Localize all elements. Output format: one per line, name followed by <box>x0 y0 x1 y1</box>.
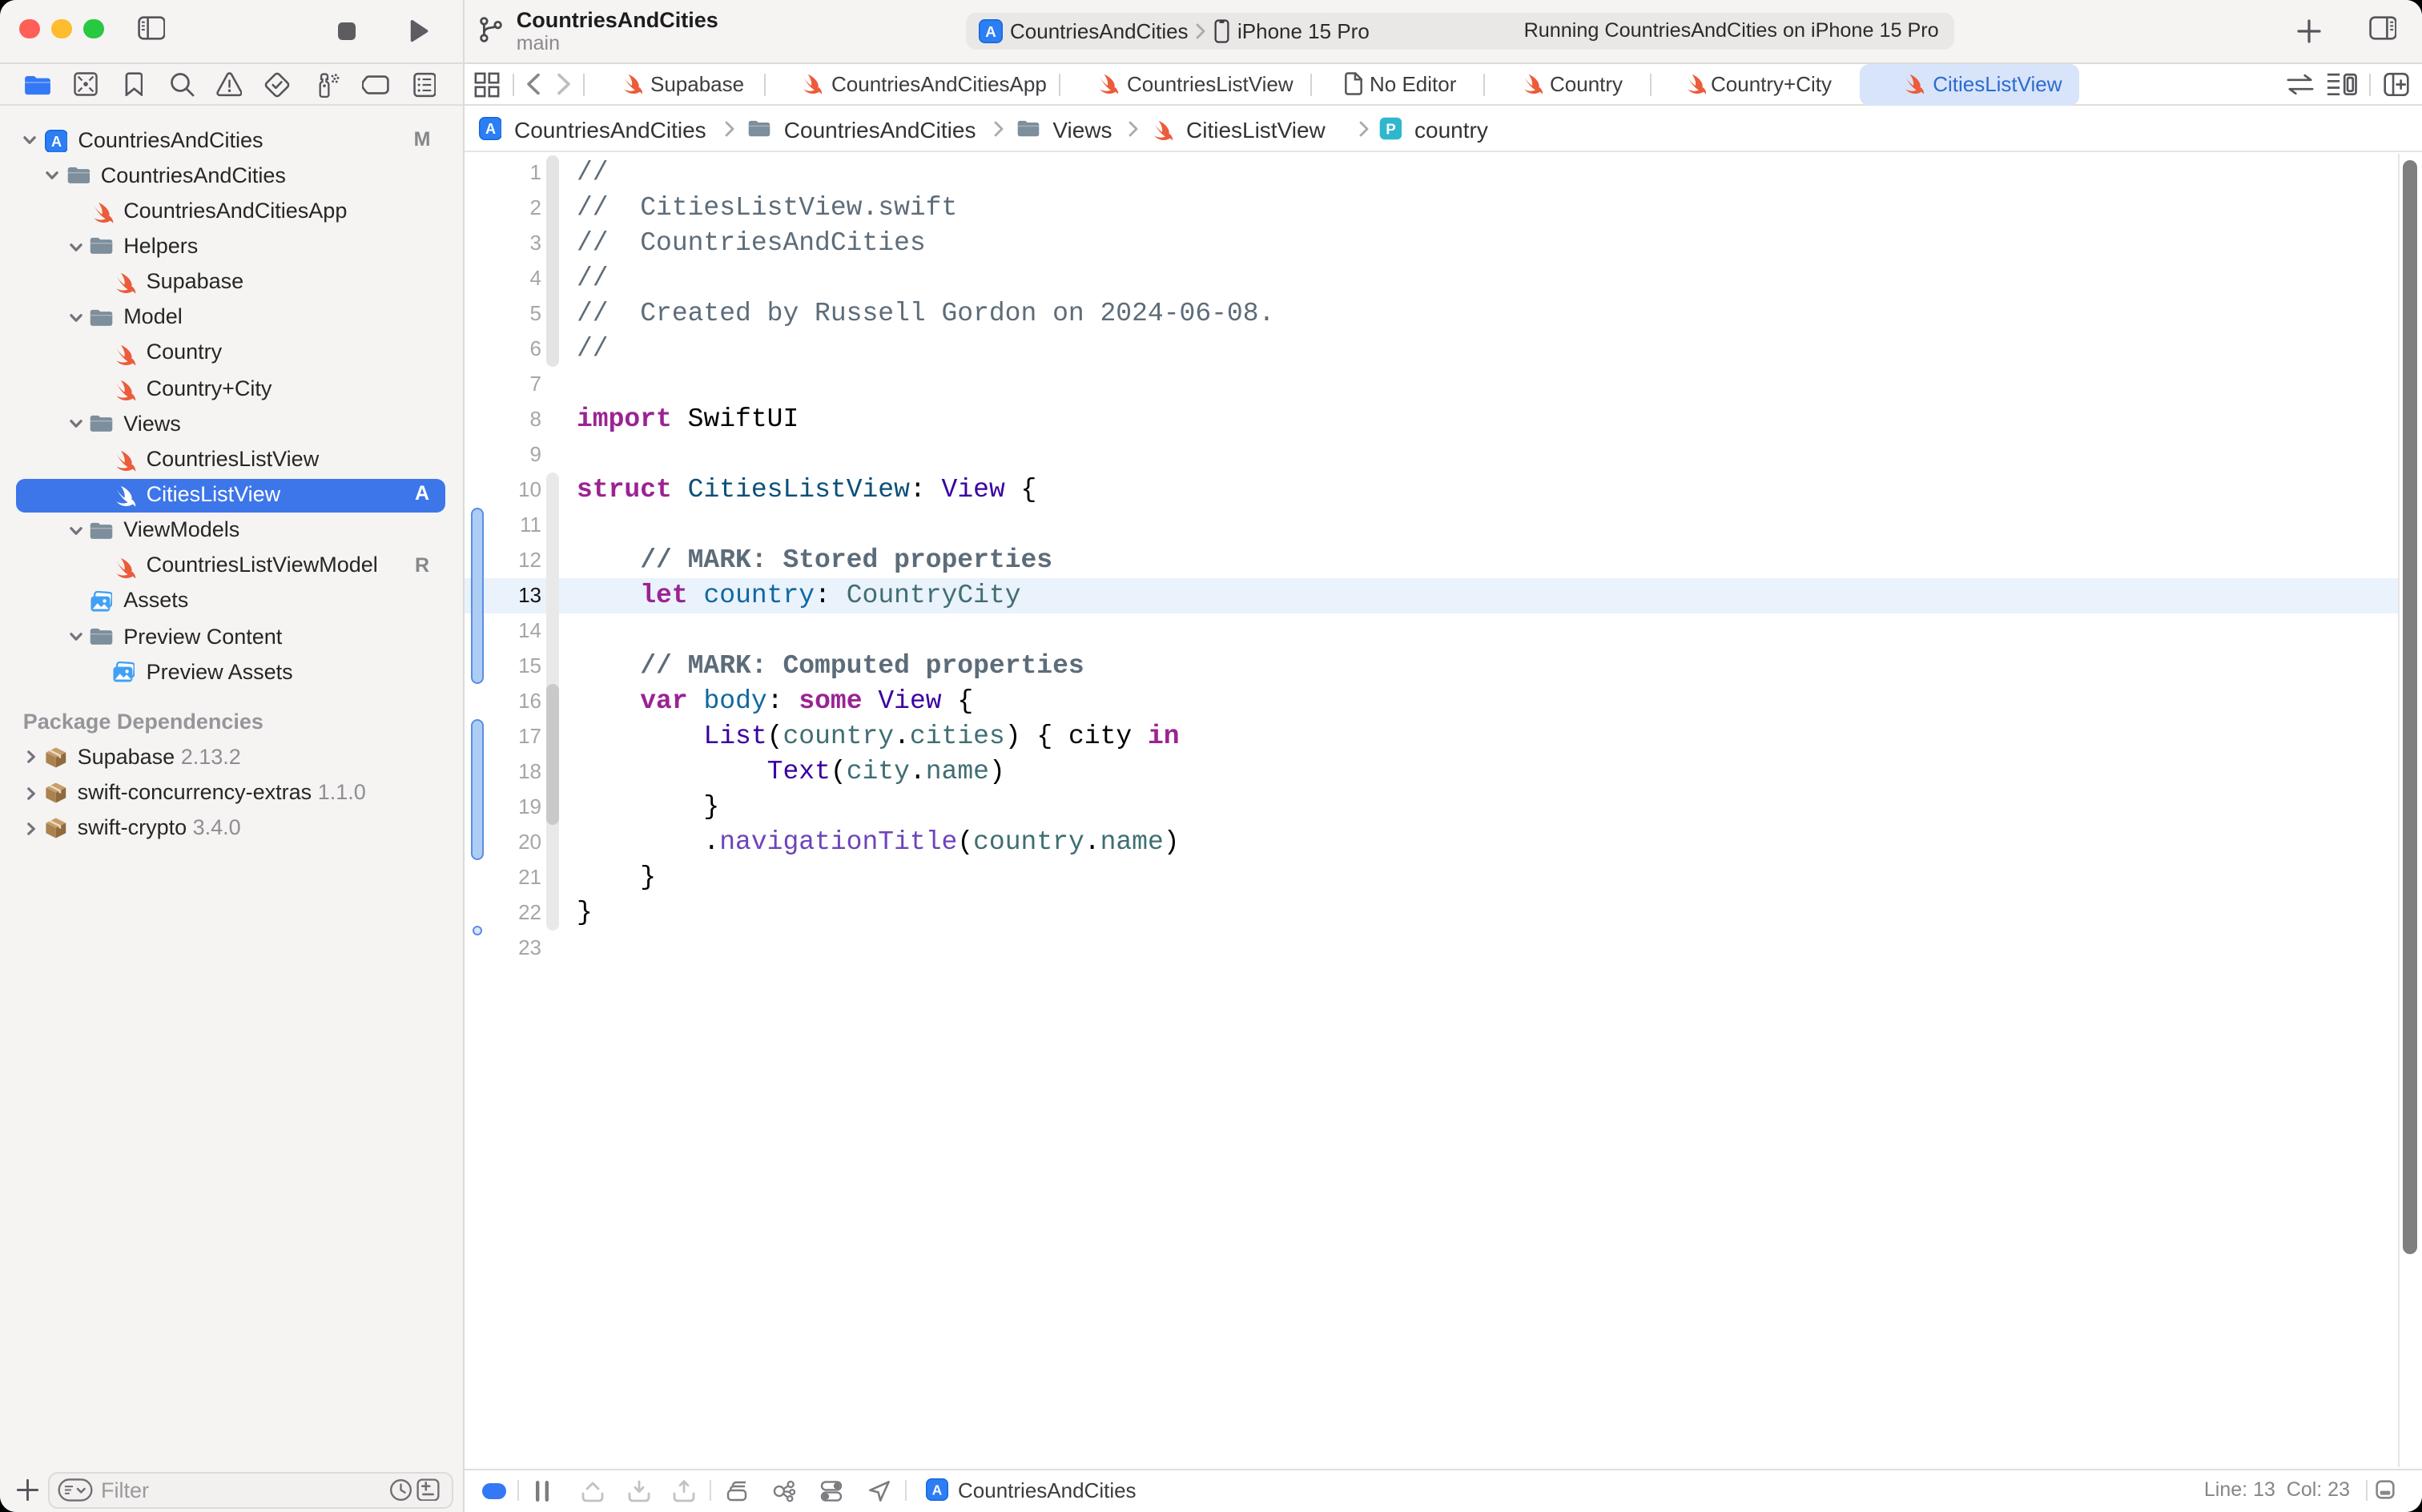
svg-text:A: A <box>50 133 61 149</box>
svg-text:A: A <box>932 1482 943 1498</box>
svg-text:A: A <box>485 122 495 138</box>
svg-text:P: P <box>1385 121 1395 138</box>
svg-text:A: A <box>984 22 996 39</box>
